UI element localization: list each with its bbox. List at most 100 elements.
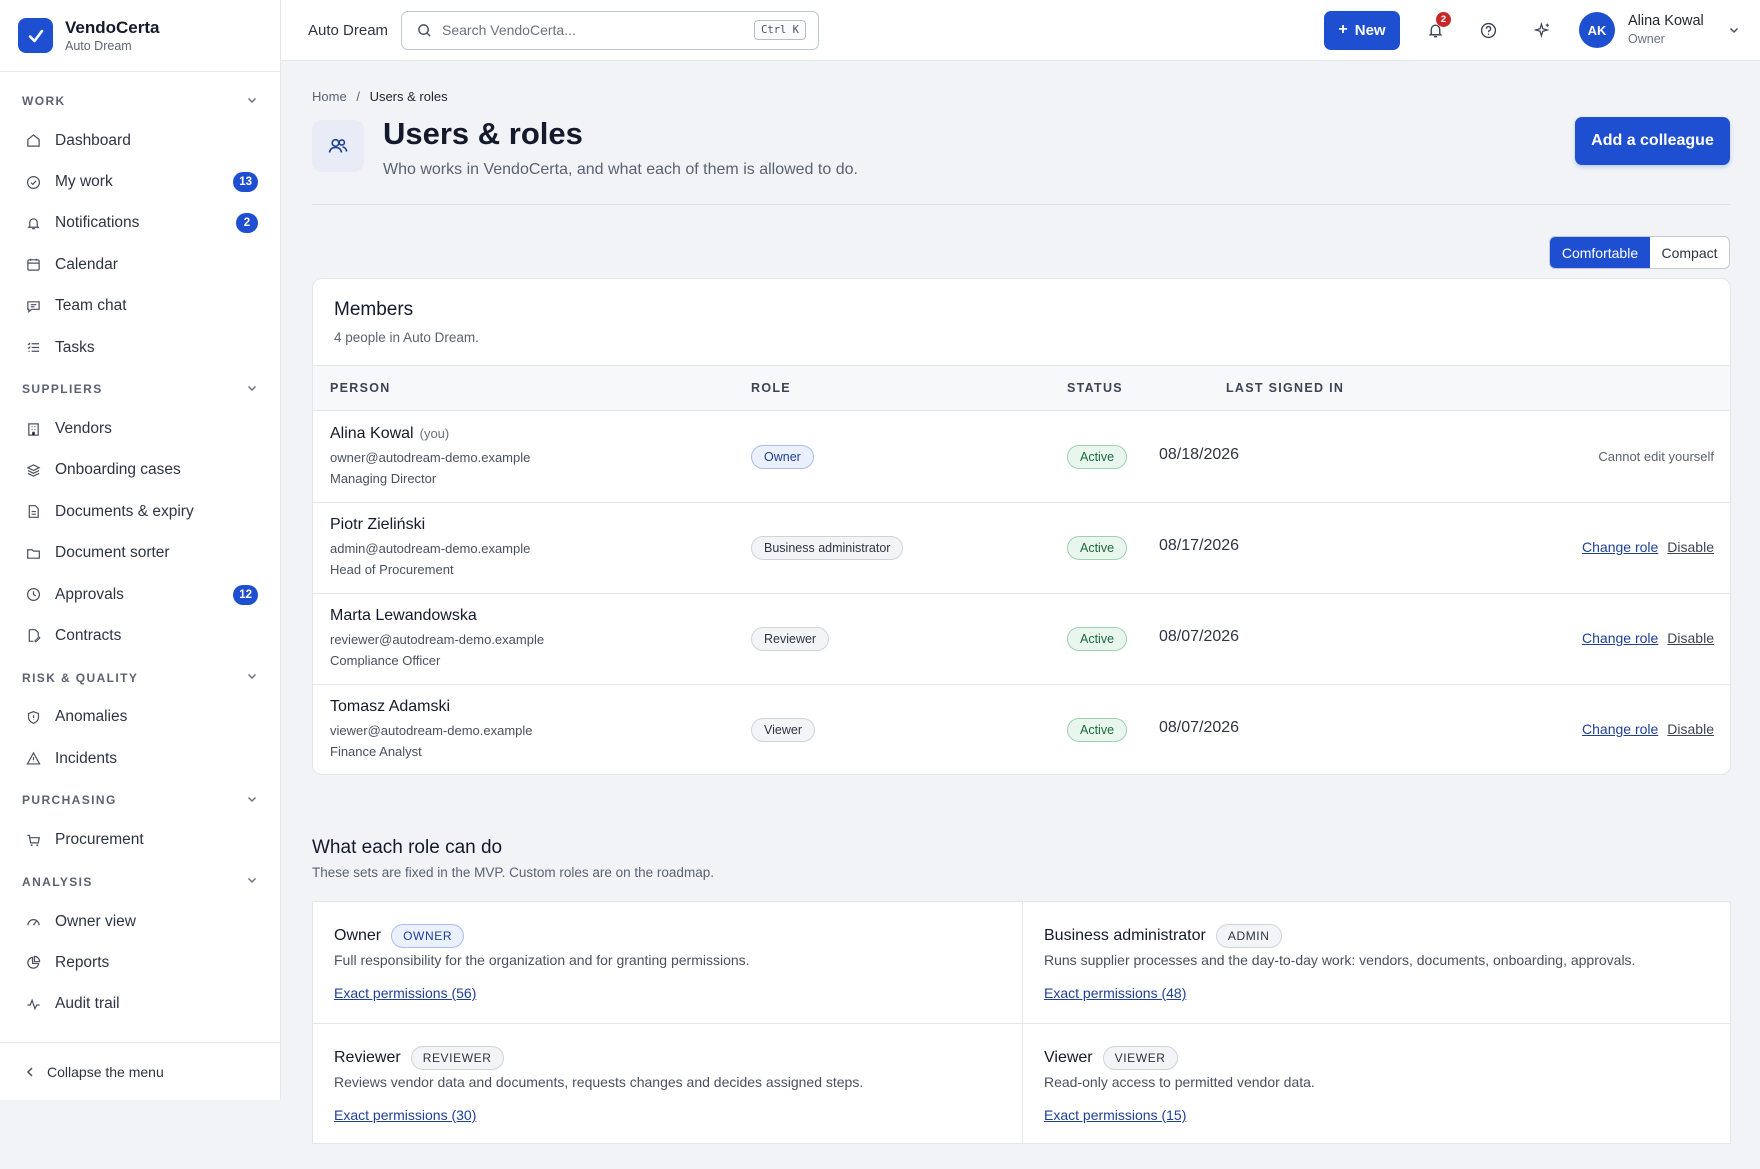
org-switcher[interactable]: Auto Dream — [308, 22, 401, 39]
role-badge: Owner — [751, 445, 814, 469]
exact-permissions-link[interactable]: Exact permissions (30) — [334, 1107, 476, 1123]
role-card-owner: Owner OWNER Full responsibility for the o… — [313, 902, 1022, 1023]
clock-icon — [25, 587, 41, 603]
search-input[interactable]: Search VendoCerta... Ctrl K — [401, 10, 819, 50]
role-badge: Business administrator — [751, 536, 904, 560]
density-toggle: Comfortable Compact — [1549, 236, 1730, 269]
change-role-link[interactable]: Change role — [1582, 721, 1658, 737]
sidebar-item-vendors[interactable]: Vendors — [0, 408, 280, 449]
breadcrumb-home[interactable]: Home — [312, 89, 347, 104]
collapse-label: Collapse the menu — [47, 1063, 164, 1080]
nav-section-title: ANALYSIS — [22, 874, 93, 889]
role-code-badge: OWNER — [391, 924, 465, 948]
layers-icon — [25, 462, 41, 478]
nav-section-purchasing[interactable]: PURCHASING — [0, 781, 280, 819]
role-code-badge: VIEWER — [1102, 1046, 1178, 1070]
row-actions: Change role Disable — [1582, 539, 1714, 555]
sidebar-item-owner-view[interactable]: Owner view — [0, 901, 280, 942]
table-row: Piotr Zieliński admin@autodream-demo.exa… — [313, 503, 1730, 594]
breadcrumb: Home / Users & roles — [312, 89, 448, 104]
notifications-bell-button[interactable]: 2 — [1424, 12, 1451, 41]
column-header-person: PERSON — [330, 381, 391, 395]
sidebar-item-my-work[interactable]: My work 13 — [0, 161, 280, 202]
sidebar-item-contracts[interactable]: Contracts — [0, 615, 280, 656]
status-badge: Active — [1067, 536, 1128, 560]
column-header-role: ROLE — [751, 381, 791, 395]
exact-permissions-link[interactable]: Exact permissions (15) — [1044, 1107, 1186, 1123]
sidebar-item-document-sorter[interactable]: Document sorter — [0, 533, 280, 574]
person-job-title: Finance Analyst — [330, 744, 422, 759]
chevron-down-icon — [246, 382, 258, 397]
main-content: Home / Users & roles Users & roles Who w… — [281, 61, 1760, 1169]
collapse-menu-button[interactable]: Collapse the menu — [0, 1042, 281, 1100]
nav-section-analysis[interactable]: ANALYSIS — [0, 863, 280, 901]
sidebar-item-documents-expiry[interactable]: Documents & expiry — [0, 491, 280, 532]
sidebar-item-reports[interactable]: Reports — [0, 942, 280, 983]
chevron-down-icon — [1728, 24, 1740, 36]
sidebar-item-team-chat[interactable]: Team chat — [0, 286, 280, 327]
exact-permissions-link[interactable]: Exact permissions (56) — [334, 985, 476, 1001]
table-header: PERSON ROLE STATUS LAST SIGNED IN — [313, 365, 1730, 411]
sidebar-item-dashboard[interactable]: Dashboard — [0, 120, 280, 161]
sidebar-item-incidents[interactable]: Incidents — [0, 738, 280, 779]
sidebar-item-label: Incidents — [55, 749, 118, 767]
disable-link[interactable]: Disable — [1667, 721, 1714, 737]
folder-icon — [25, 545, 41, 561]
sidebar-item-notifications[interactable]: Notifications 2 — [0, 203, 280, 244]
sidebar-item-procurement[interactable]: Procurement — [0, 819, 280, 860]
you-tag: (you) — [419, 426, 450, 441]
sidebar-item-label: Document sorter — [55, 544, 170, 562]
search-icon — [417, 23, 432, 38]
density-compact-button[interactable]: Compact — [1650, 237, 1729, 268]
nav-section-work[interactable]: WORK — [0, 82, 280, 120]
role-name: Business administrator ADMIN — [1044, 924, 1282, 948]
role-description: Runs supplier processes and the day-to-d… — [1044, 952, 1636, 968]
help-button[interactable] — [1477, 19, 1499, 41]
nav-section-title: PURCHASING — [22, 793, 117, 808]
contract-icon — [25, 628, 41, 644]
list-icon — [25, 340, 41, 356]
shield-icon — [25, 709, 41, 725]
new-button[interactable]: + New — [1324, 10, 1400, 50]
table-row: Marta Lewandowska reviewer@autodream-dem… — [313, 594, 1730, 685]
status-badge: Active — [1067, 445, 1128, 469]
sidebar-item-label: My work — [55, 173, 113, 191]
sidebar-item-audit-trail[interactable]: Audit trail — [0, 984, 280, 1025]
disable-link[interactable]: Disable — [1667, 539, 1714, 555]
last-signed-in: 08/18/2026 — [1159, 446, 1240, 463]
exact-permissions-link[interactable]: Exact permissions (48) — [1044, 985, 1186, 1001]
sidebar-item-label: Tasks — [55, 338, 95, 356]
sidebar-item-label: Procurement — [55, 831, 144, 849]
chevron-down-icon — [246, 670, 258, 685]
disable-link[interactable]: Disable — [1667, 630, 1714, 646]
person-email: viewer@autodream-demo.example — [330, 723, 533, 738]
add-colleague-button[interactable]: Add a colleague — [1575, 117, 1730, 165]
sidebar-item-calendar[interactable]: Calendar — [0, 244, 280, 285]
search-placeholder: Search VendoCerta... — [442, 22, 576, 38]
nav-section-risk-quality[interactable]: RISK & QUALITY — [0, 659, 280, 697]
person-job-title: Head of Procurement — [330, 562, 454, 577]
plus-icon: + — [1338, 21, 1348, 38]
role-card-reviewer: Reviewer REVIEWER Reviews vendor data and… — [313, 1024, 1022, 1145]
user-menu[interactable]: AK Alina Kowal Owner — [1579, 12, 1740, 48]
sidebar-item-anomalies[interactable]: Anomalies — [0, 697, 280, 738]
person-name: Alina Kowal (you) — [330, 425, 450, 442]
density-comfortable-button[interactable]: Comfortable — [1550, 237, 1650, 268]
nav-section-suppliers[interactable]: SUPPLIERS — [0, 370, 280, 408]
nav-section-title: SUPPLIERS — [22, 382, 103, 397]
sidebar-item-label: Notifications — [55, 214, 140, 232]
change-role-link[interactable]: Change role — [1582, 630, 1658, 646]
brand[interactable]: VendoCerta Auto Dream — [0, 0, 280, 72]
sidebar-item-onboarding-cases[interactable]: Onboarding cases — [0, 450, 280, 491]
person-email: owner@autodream-demo.example — [330, 450, 531, 465]
sidebar-item-approvals[interactable]: Approvals 12 — [0, 574, 280, 615]
sidebar-item-label: Onboarding cases — [55, 461, 181, 479]
warning-icon — [25, 751, 41, 767]
chevron-down-icon — [246, 793, 258, 808]
ai-assistant-button[interactable] — [1531, 19, 1553, 41]
sidebar-item-tasks[interactable]: Tasks — [0, 327, 280, 368]
sidebar-item-label: Vendors — [55, 420, 112, 438]
role-name: Owner OWNER — [334, 924, 465, 948]
nav-section-title: WORK — [22, 94, 66, 108]
change-role-link[interactable]: Change role — [1582, 539, 1658, 555]
